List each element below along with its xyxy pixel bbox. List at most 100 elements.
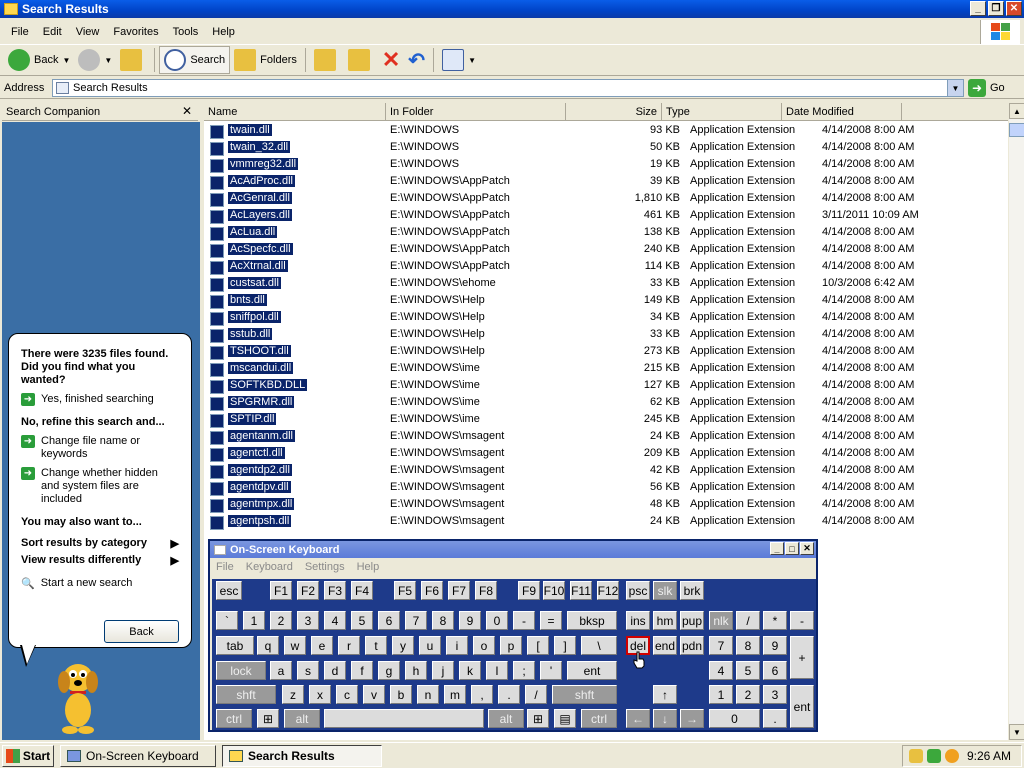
scroll-up-icon[interactable]: ▲ bbox=[1009, 103, 1024, 119]
osk-key[interactable]: 4 bbox=[324, 611, 346, 630]
address-dropdown-icon[interactable]: ▼ bbox=[947, 80, 963, 96]
osk-maximize-button[interactable]: □ bbox=[785, 542, 799, 555]
osk-key[interactable]: 1 bbox=[709, 685, 733, 704]
osk-key[interactable]: 9 bbox=[459, 611, 481, 630]
forward-button[interactable]: ▼ bbox=[74, 46, 116, 74]
table-row[interactable]: agentpsh.dll E:\WINDOWS\msagent 24 KB Appli… bbox=[204, 512, 1008, 530]
column-header-name[interactable]: Name bbox=[204, 103, 386, 121]
osk-key[interactable]: psc bbox=[626, 581, 650, 600]
osk-key[interactable]: esc bbox=[216, 581, 242, 600]
osk-key[interactable]: . bbox=[763, 709, 787, 728]
address-field[interactable]: Search Results ▼ bbox=[52, 79, 964, 97]
osk-key[interactable]: p bbox=[500, 636, 522, 655]
move-to-button[interactable] bbox=[310, 46, 344, 74]
osk-key[interactable]: 3 bbox=[763, 685, 787, 704]
osk-key[interactable]: v bbox=[363, 685, 385, 704]
osk-key[interactable]: 8 bbox=[432, 611, 454, 630]
network-icon[interactable] bbox=[926, 749, 941, 763]
osk-key[interactable]: [ bbox=[527, 636, 549, 655]
osk-key[interactable]: x bbox=[309, 685, 331, 704]
osk-key[interactable]: \ bbox=[581, 636, 617, 655]
menu-tools[interactable]: Tools bbox=[166, 26, 206, 38]
osk-key[interactable]: 4 bbox=[709, 661, 733, 680]
taskbar-item-on-screen-keyboard[interactable]: On-Screen Keyboard bbox=[60, 744, 216, 767]
osk-minimize-button[interactable]: _ bbox=[770, 542, 784, 555]
osk-key[interactable]: f bbox=[351, 661, 373, 680]
osk-key[interactable]: w bbox=[284, 636, 306, 655]
osk-key[interactable]: , bbox=[471, 685, 493, 704]
osk-key[interactable]: F7 bbox=[448, 581, 470, 600]
osk-key[interactable]: F2 bbox=[297, 581, 319, 600]
menu-file[interactable]: File bbox=[4, 26, 36, 38]
table-row[interactable]: twain.dll E:\WINDOWS 93 KB Application Exte… bbox=[204, 121, 1008, 139]
table-row[interactable]: agentdp2.dll E:\WINDOWS\msagent 42 KB Appli… bbox=[204, 461, 1008, 479]
osk-key[interactable]: 0 bbox=[709, 709, 760, 728]
menu-help[interactable]: Help bbox=[205, 26, 242, 38]
osk-key[interactable]: d bbox=[324, 661, 346, 680]
osk-key[interactable]: i bbox=[446, 636, 468, 655]
views-dropdown-icon[interactable]: ▼ bbox=[468, 56, 476, 65]
osk-key[interactable]: ] bbox=[554, 636, 576, 655]
table-row[interactable]: SPGRMR.dll E:\WINDOWS\ime 62 KB Application… bbox=[204, 393, 1008, 411]
back-dropdown-icon[interactable]: ▼ bbox=[62, 56, 70, 65]
sort-by-category-link[interactable]: Sort results by category ▶ bbox=[21, 537, 179, 550]
osk-key[interactable]: 9 bbox=[763, 636, 787, 655]
osk-key[interactable]: F10 bbox=[543, 581, 565, 600]
delete-button[interactable]: ✕ bbox=[378, 46, 404, 74]
osk-key[interactable]: 6 bbox=[763, 661, 787, 680]
osk-key[interactable]: q bbox=[257, 636, 279, 655]
osk-key[interactable]: F5 bbox=[394, 581, 416, 600]
osk-key[interactable]: ↓ bbox=[653, 709, 677, 728]
companion-back-button[interactable]: Back bbox=[104, 620, 179, 643]
table-row[interactable]: agentctl.dll E:\WINDOWS\msagent 209 KB Appl… bbox=[204, 444, 1008, 462]
osk-key[interactable]: ← bbox=[626, 709, 650, 728]
table-row[interactable]: AcSpecfc.dll E:\WINDOWS\AppPatch 240 KB App… bbox=[204, 240, 1008, 258]
table-row[interactable]: SPTIP.dll E:\WINDOWS\ime 245 KB Application… bbox=[204, 410, 1008, 428]
osk-key[interactable]: 7 bbox=[405, 611, 427, 630]
osk-key[interactable]: y bbox=[392, 636, 414, 655]
taskbar-item-search-results[interactable]: Search Results bbox=[222, 744, 382, 767]
table-row[interactable]: AcLua.dll E:\WINDOWS\AppPatch 138 KB Applic… bbox=[204, 223, 1008, 241]
osk-key[interactable]: h bbox=[405, 661, 427, 680]
minimize-button[interactable]: _ bbox=[970, 1, 986, 16]
osk-key[interactable]: end bbox=[653, 636, 677, 655]
table-row[interactable]: custsat.dll E:\WINDOWS\ehome 33 KB Applicat… bbox=[204, 274, 1008, 292]
security-shield-icon[interactable] bbox=[908, 749, 923, 763]
osk-key[interactable]: alt bbox=[488, 709, 524, 728]
menu-edit[interactable]: Edit bbox=[36, 26, 69, 38]
undo-button[interactable]: ↶ bbox=[404, 46, 429, 74]
osk-menu-file[interactable]: File bbox=[216, 561, 234, 573]
osk-key[interactable]: 6 bbox=[378, 611, 400, 630]
osk-key[interactable]: lock bbox=[216, 661, 266, 680]
osk-key[interactable]: pdn bbox=[680, 636, 704, 655]
osk-key[interactable]: * bbox=[763, 611, 787, 630]
up-folder-button[interactable] bbox=[116, 46, 150, 74]
osk-key[interactable]: z bbox=[282, 685, 304, 704]
osk-key[interactable]: ent bbox=[790, 685, 814, 728]
osk-key[interactable]: g bbox=[378, 661, 400, 680]
osk-key[interactable]: b bbox=[390, 685, 412, 704]
osk-key[interactable]: ⊞ bbox=[527, 709, 549, 728]
table-row[interactable]: agentdpv.dll E:\WINDOWS\msagent 56 KB Appli… bbox=[204, 478, 1008, 496]
osk-key[interactable]: F6 bbox=[421, 581, 443, 600]
osk-key[interactable]: 8 bbox=[736, 636, 760, 655]
search-button[interactable]: Search bbox=[159, 46, 231, 74]
osk-key[interactable]: 2 bbox=[270, 611, 292, 630]
osk-key[interactable]: ent bbox=[567, 661, 617, 680]
osk-key[interactable]: 1 bbox=[243, 611, 265, 630]
osk-key[interactable]: → bbox=[680, 709, 704, 728]
osk-key[interactable]: slk bbox=[653, 581, 677, 600]
osk-key[interactable]: / bbox=[736, 611, 760, 630]
osk-key[interactable]: 5 bbox=[736, 661, 760, 680]
column-header-size[interactable]: Size bbox=[566, 103, 662, 121]
column-header-date-modified[interactable]: Date Modified bbox=[782, 103, 902, 121]
osk-key[interactable]: shft bbox=[552, 685, 617, 704]
table-row[interactable]: twain_32.dll E:\WINDOWS 50 KB Application E… bbox=[204, 138, 1008, 156]
menu-view[interactable]: View bbox=[69, 26, 107, 38]
osk-key[interactable]: k bbox=[459, 661, 481, 680]
osk-key[interactable]: c bbox=[336, 685, 358, 704]
osk-key[interactable]: 2 bbox=[736, 685, 760, 704]
table-row[interactable]: AcLayers.dll E:\WINDOWS\AppPatch 461 KB App… bbox=[204, 206, 1008, 224]
views-button[interactable]: ▼ bbox=[438, 46, 480, 74]
osk-key[interactable] bbox=[324, 709, 484, 728]
